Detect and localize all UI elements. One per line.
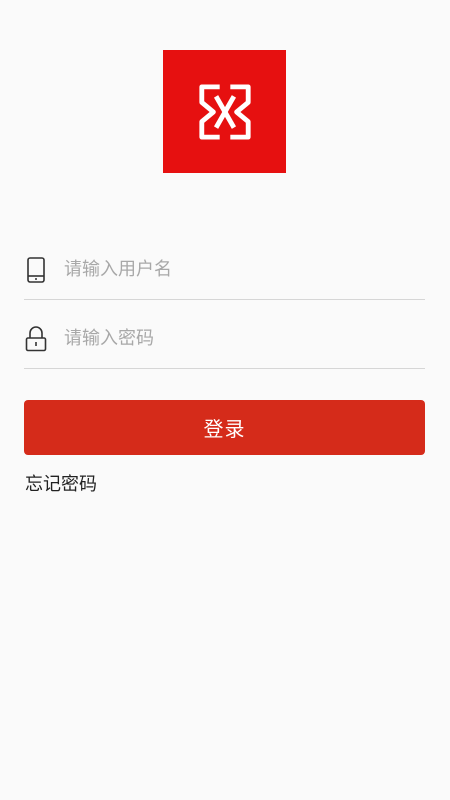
login-button[interactable]: 登录 [24, 400, 425, 455]
username-input[interactable] [64, 259, 425, 280]
password-field [24, 309, 425, 369]
password-input[interactable] [64, 328, 425, 349]
login-screen: 登录 忘记密码 [0, 0, 450, 800]
app-logo [163, 50, 286, 173]
app-logo-icon [198, 83, 251, 140]
phone-icon [24, 256, 48, 284]
forgot-password-link[interactable]: 忘记密码 [25, 470, 97, 496]
username-field [24, 240, 425, 300]
lock-icon [24, 325, 48, 353]
